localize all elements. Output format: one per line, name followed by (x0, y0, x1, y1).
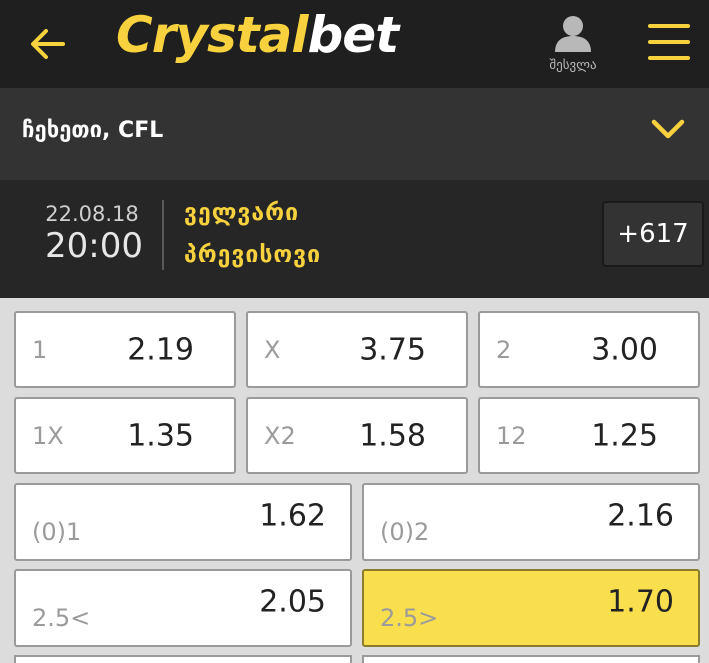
league-title: ჩეხეთი, CFL (22, 118, 164, 143)
odd-value: 1.35 (127, 418, 194, 453)
odd-value: 3.75 (359, 332, 426, 367)
odd-label: X (264, 335, 281, 364)
odd-label: (0)2 (380, 518, 430, 546)
crystalbet-logo[interactable]: Crystalbet (116, 6, 399, 64)
odd-button[interactable]: 1X 1.35 (14, 397, 236, 474)
match-time: 20:00 (45, 226, 143, 266)
top-bar: Crystalbet შესვლა (0, 0, 709, 88)
chevron-down-icon[interactable] (650, 112, 686, 148)
odd-label: 2.5< (32, 604, 91, 632)
hamburger-menu-icon[interactable] (648, 22, 692, 62)
odd-button-partial[interactable] (14, 655, 352, 663)
user-icon (555, 16, 591, 52)
login-label: შესვლა (549, 58, 597, 73)
odd-button[interactable]: 1 2.19 (14, 311, 236, 388)
odd-label: (0)1 (32, 518, 82, 546)
odd-label: 2 (496, 335, 512, 364)
odd-value: 1.25 (591, 418, 658, 453)
odd-button[interactable]: 12 1.25 (478, 397, 700, 474)
odd-value: 1.58 (359, 418, 426, 453)
odd-button[interactable]: (0)1 1.62 (14, 483, 352, 561)
home-team: ველვარი (184, 200, 300, 226)
odd-button[interactable]: X 3.75 (246, 311, 468, 388)
odd-label: 1 (32, 335, 48, 364)
odd-button[interactable]: X2 1.58 (246, 397, 468, 474)
odd-label: 1X (32, 421, 64, 450)
away-team: პრევისოვი (184, 242, 322, 268)
odd-value: 2.16 (607, 498, 674, 534)
login-button[interactable]: შესვლა (538, 14, 608, 78)
odd-value: 2.19 (127, 332, 194, 367)
odd-label: 12 (496, 421, 527, 450)
odd-button[interactable]: (0)2 2.16 (362, 483, 700, 561)
odd-value: 1.70 (607, 584, 674, 620)
odd-label: 2.5> (380, 604, 439, 632)
odd-value: 1.62 (259, 498, 326, 534)
odd-button[interactable]: 2 3.00 (478, 311, 700, 388)
odd-value: 2.05 (259, 584, 326, 620)
odd-label: X2 (264, 421, 296, 450)
odd-button-selected[interactable]: 2.5> 1.70 (362, 569, 700, 647)
odd-value: 3.00 (591, 332, 658, 367)
match-row[interactable]: 22.08.18 20:00 ველვარი პრევისოვი +617 (0, 180, 709, 298)
match-date: 22.08.18 (45, 202, 139, 226)
divider (162, 200, 164, 270)
back-arrow-icon[interactable] (28, 24, 68, 64)
more-markets-button[interactable]: +617 (602, 201, 704, 267)
odd-button[interactable]: 2.5< 2.05 (14, 569, 352, 647)
league-selector[interactable]: ჩეხეთი, CFL (0, 88, 709, 180)
odd-button-partial[interactable] (362, 655, 700, 663)
